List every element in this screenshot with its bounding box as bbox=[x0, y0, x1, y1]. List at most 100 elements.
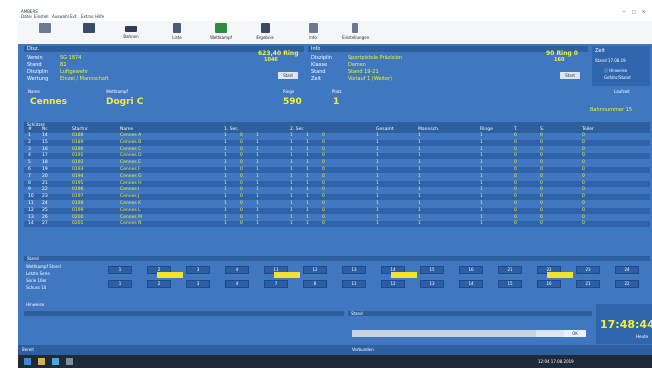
table-cell: 1 bbox=[418, 146, 421, 152]
counter-cell[interactable]: 1 bbox=[108, 280, 132, 288]
table-cell: 0200 bbox=[72, 214, 84, 220]
counter-cell[interactable]: 3 bbox=[186, 280, 210, 288]
counter-highlight bbox=[391, 272, 417, 278]
counter-cell[interactable]: 22 bbox=[615, 280, 639, 288]
table-cell: 0 bbox=[540, 201, 543, 206]
counter-cell[interactable]: 12 bbox=[381, 280, 405, 288]
counter-cell[interactable]: 3 bbox=[186, 266, 210, 274]
table-cell: 0 bbox=[240, 194, 243, 200]
table-row[interactable]: 9 22 0196 Cennes I 1 0 1 1 1 0 1 1 1 0 0 0 bbox=[24, 187, 650, 193]
strip-rings-value: 590 bbox=[283, 97, 302, 107]
toolbar-button-competition[interactable]: Wettkampf bbox=[208, 22, 234, 43]
table-row[interactable]: 14 27 0201 Cennes N 1 0 1 1 1 0 1 1 1 0 0 0 bbox=[24, 221, 650, 228]
counter-cell[interactable]: 23 bbox=[576, 266, 600, 274]
panel-right: Zeit Stand 17.08.19 ⓘ Hinweise Gefahr/St… bbox=[592, 46, 650, 86]
table-row[interactable]: 8 21 0195 Cennes H 1 0 1 1 1 0 1 1 1 0 0 0 bbox=[24, 180, 650, 187]
toolbar-button-calendar[interactable] bbox=[76, 22, 102, 43]
table-cell: 0 bbox=[540, 167, 543, 172]
table-row[interactable]: 6 19 0193 Cennes F 1 0 1 1 1 0 1 1 1 0 0 0 bbox=[24, 167, 650, 173]
table-row[interactable]: 10 23 0197 Cennes J101110111000 bbox=[24, 194, 650, 201]
counter-cell[interactable]: 15 bbox=[498, 280, 522, 288]
counter-cell[interactable]: 7 bbox=[264, 280, 288, 288]
start-icon[interactable] bbox=[24, 358, 31, 365]
table-cell: 1 bbox=[290, 207, 293, 213]
menu-extras[interactable]: Extras bbox=[81, 14, 94, 20]
toolbar-button-list[interactable]: Liste bbox=[164, 22, 190, 43]
counter-cell[interactable]: 15 bbox=[420, 266, 444, 274]
counter-cell[interactable]: 11 bbox=[342, 280, 366, 288]
counter-cell[interactable]: 13 bbox=[420, 280, 444, 288]
table-row[interactable]: 4 17 0191 Cennes D 1 0 1 1 1 0 1 1 1 0 0 0 bbox=[24, 153, 650, 160]
table-cell: 0 bbox=[514, 207, 517, 213]
table-row[interactable]: 3 16 0190 Cennes C 1 0 1 1 1 0 1 1 1 0 0 0 bbox=[24, 147, 650, 153]
counter-cell[interactable]: 4 bbox=[225, 266, 249, 274]
table-cell: Cennes C bbox=[120, 146, 142, 152]
counter-cell[interactable]: 21 bbox=[576, 280, 600, 288]
table-cell: 1 bbox=[306, 221, 309, 227]
toolbar: Bahnen Liste Wettkampf Ergebnis Info Ein… bbox=[18, 21, 652, 45]
table-cell: 1 bbox=[418, 160, 421, 166]
counter-highlight bbox=[274, 272, 300, 278]
counter-cell[interactable]: 2 bbox=[147, 280, 171, 288]
counter-cell[interactable]: 1 bbox=[108, 266, 132, 274]
explorer-icon[interactable] bbox=[38, 358, 45, 365]
counter-cell[interactable]: 4 bbox=[225, 280, 249, 288]
counter-cell[interactable]: 21 bbox=[498, 266, 522, 274]
table-cell: 0 bbox=[582, 153, 585, 159]
counter-cell[interactable]: 16 bbox=[537, 280, 561, 288]
table-cell: 0 bbox=[322, 160, 325, 166]
table-row[interactable]: 11 24 0198 Cennes K101110111000 bbox=[24, 201, 650, 207]
toolbar-button-lanes[interactable]: Bahnen bbox=[118, 22, 144, 43]
table-cell: 1 bbox=[256, 133, 259, 138]
table-cell: 0 bbox=[514, 201, 517, 206]
table-row[interactable]: 1 14 0188 Cennes A 1 0 1 1 1 0 1 1 1 0 0 0 bbox=[24, 133, 650, 139]
counter-cell[interactable]: 16 bbox=[459, 266, 483, 274]
menu-help[interactable]: Hilfe bbox=[95, 14, 104, 20]
counter-cell[interactable]: 14 bbox=[459, 280, 483, 288]
counter-cell[interactable]: 13 bbox=[342, 266, 366, 274]
table-cell: 0 bbox=[540, 139, 543, 145]
table-cell: 25 bbox=[42, 207, 48, 213]
table-cell: 0 bbox=[540, 146, 543, 152]
table-row[interactable]: 7 20 0194 Cennes G 1 0 1 1 1 0 1 1 1 0 0 0 bbox=[24, 174, 650, 180]
table-cell: 0 bbox=[514, 153, 517, 159]
app-icon[interactable] bbox=[66, 358, 73, 365]
table-cell: 0 bbox=[540, 133, 543, 138]
table-cell: 1 bbox=[224, 167, 227, 172]
counter-cell[interactable]: 8 bbox=[303, 280, 327, 288]
table-cell: 0 bbox=[514, 180, 517, 186]
info-icon: ⓘ Hinweise bbox=[604, 68, 628, 73]
toolbar-button-settings[interactable]: Einstellungen bbox=[342, 22, 369, 43]
table-cell: Cennes A bbox=[120, 133, 142, 138]
counter-title-bar: Stand bbox=[24, 256, 650, 261]
table-cell: 11 bbox=[28, 201, 34, 206]
table-cell: 0 bbox=[582, 146, 585, 152]
table-cell: 1 bbox=[306, 187, 309, 193]
menu-select[interactable]: Auswahl bbox=[52, 14, 69, 20]
table-cell: 0 bbox=[540, 187, 543, 193]
table-cell: 1 bbox=[256, 194, 259, 200]
strip-name-value: Cennes bbox=[30, 97, 67, 107]
progress-ok-button[interactable]: OK bbox=[564, 330, 586, 337]
menu-settings[interactable]: Einstell. bbox=[34, 14, 50, 20]
panel-mid-start-button[interactable]: Start bbox=[560, 72, 580, 79]
table-cell: 0 bbox=[240, 133, 243, 138]
browser-icon[interactable] bbox=[52, 358, 59, 365]
table-row[interactable]: 13 26 0200 Cennes M 1 0 1 1 1 0 1 1 1 0 0 0 bbox=[24, 215, 650, 221]
menu-ext[interactable]: Ext. bbox=[70, 14, 78, 20]
menu-file[interactable]: Datei bbox=[21, 14, 32, 20]
table-row[interactable]: 2 15 0189 Cennes B 1 0 1 1 1 0 1 1 1 0 0 0 bbox=[24, 139, 650, 146]
table-cell: 1 bbox=[376, 207, 379, 213]
table-body: 1 14 0188 Cennes A 1 0 1 1 1 0 1 1 1 0 0 0 2 15 0189 Cennes… bbox=[14, 133, 650, 229]
table-cell: 0 bbox=[540, 180, 543, 186]
table-row[interactable]: 12 25 0199 Cennes L 1 0 1 1 1 0 1 1 1 0 0 0 bbox=[24, 207, 650, 214]
toolbar-button-info[interactable]: Info bbox=[300, 22, 326, 43]
table-row[interactable]: 5 18 0192 Cennes E 1 0 1 1 1 0 1 1 1 0 0 0 bbox=[24, 160, 650, 166]
toolbar-button-results[interactable]: Ergebnis bbox=[252, 22, 278, 43]
toolbar-button-print[interactable] bbox=[32, 22, 58, 43]
counter-cell[interactable]: 24 bbox=[615, 266, 639, 274]
table-cell: 27 bbox=[42, 221, 48, 227]
table-cell: 1 bbox=[480, 180, 483, 186]
panel-left-start-button[interactable]: Start bbox=[278, 72, 298, 79]
counter-cell[interactable]: 12 bbox=[303, 266, 327, 274]
